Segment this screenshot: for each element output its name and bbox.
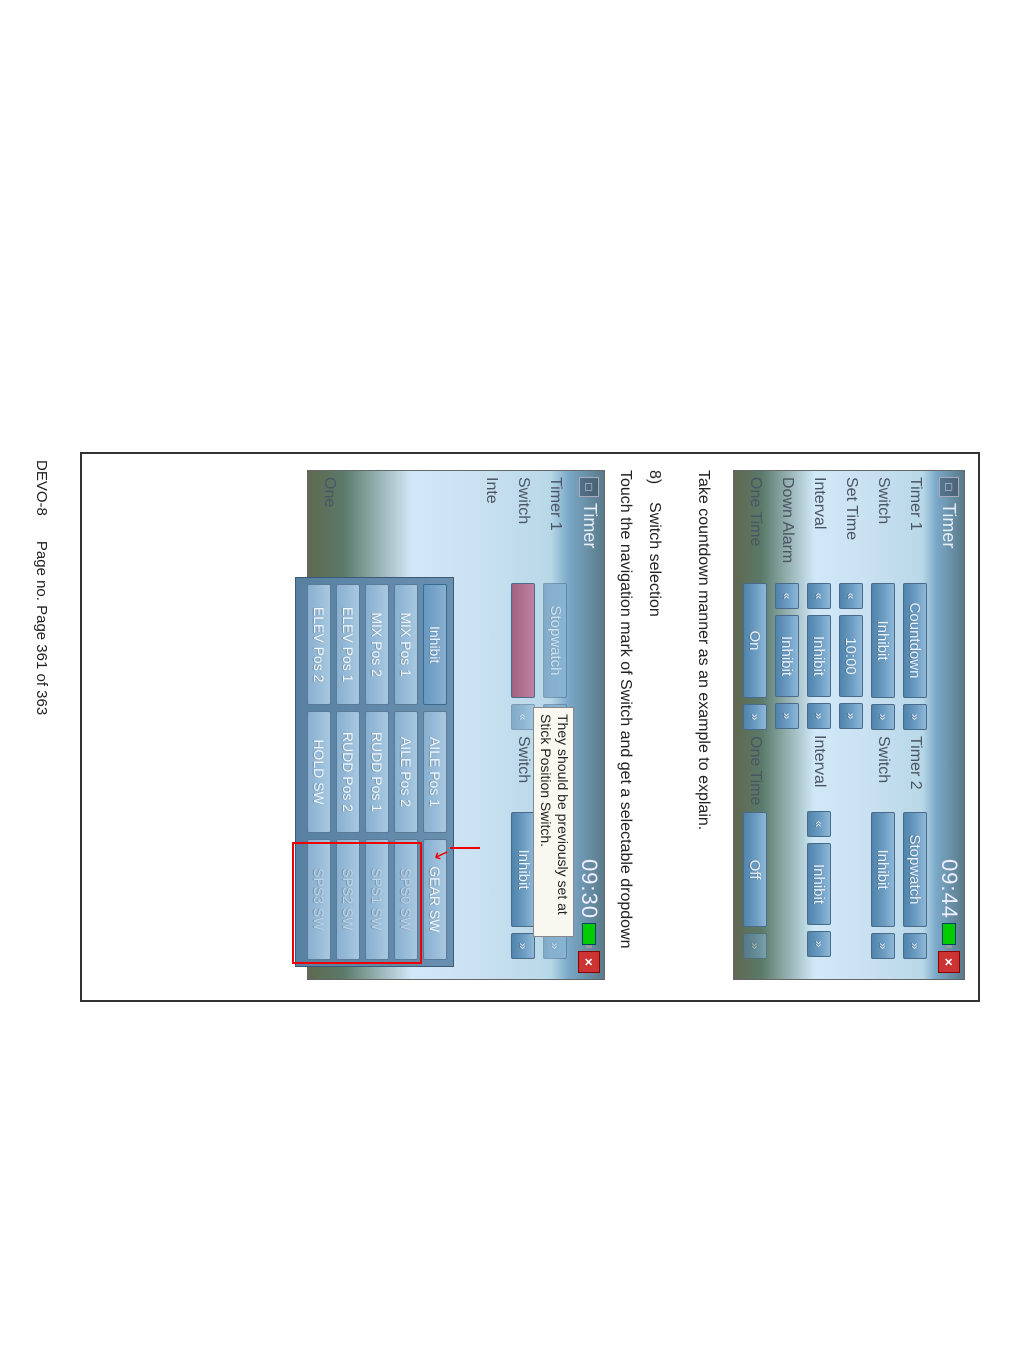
- switch-option-sps1[interactable]: SPS1 SW: [365, 839, 389, 960]
- timer1-value[interactable]: Countdown: [903, 583, 927, 698]
- downalarm-value[interactable]: Inhibit: [775, 615, 799, 697]
- screen-title: Timer: [939, 503, 960, 859]
- interval-value[interactable]: Inhibit: [807, 615, 831, 697]
- interval2-next-icon[interactable]: »: [807, 931, 831, 957]
- onetime2-label: One Time: [746, 736, 764, 806]
- onetime2-value[interactable]: Off: [743, 812, 767, 927]
- switch2-next-icon[interactable]: »: [871, 933, 895, 959]
- downalarm-next-icon[interactable]: »: [775, 703, 799, 729]
- switch2-value[interactable]: Inhibit: [871, 812, 895, 927]
- switch2-label: Switch: [874, 736, 892, 806]
- switch-option-mix1[interactable]: MIX Pos 1: [394, 584, 418, 705]
- s2-switch2-label: Switch: [514, 736, 532, 806]
- interval2-value[interactable]: Inhibit: [807, 843, 831, 925]
- settime-next-icon[interactable]: »: [839, 703, 863, 729]
- switch-option-inhibit[interactable]: Inhibit: [423, 584, 447, 705]
- screen2-title: Timer: [579, 503, 600, 859]
- settime-label: Set Time: [842, 477, 860, 577]
- footer-model: DEVO-8: [33, 460, 50, 516]
- s2-switch-prev-icon[interactable]: «: [511, 704, 535, 730]
- annotation-arrow-line: [450, 847, 480, 849]
- s2-switch2-next-icon[interactable]: »: [511, 933, 535, 959]
- timer1-label: Timer 1: [906, 477, 924, 577]
- s2-switch-label: Switch: [514, 477, 532, 577]
- exit-icon[interactable]: ×: [578, 951, 600, 973]
- switch-option-sps2[interactable]: SPS2 SW: [336, 839, 360, 960]
- onetime2-next-icon[interactable]: »: [743, 933, 767, 959]
- paragraph-switch-instruction: Touch the navigation mark of Switch and …: [613, 470, 636, 1000]
- timer2-next-icon[interactable]: »: [903, 933, 927, 959]
- interval-label: Interval: [810, 477, 828, 577]
- switch-option-aile1[interactable]: AILE Pos 1: [423, 711, 447, 832]
- timer-settings-screen-1: □ Timer 09:44 × Timer 1 Countdown » Time…: [733, 470, 965, 980]
- close-icon[interactable]: □: [939, 477, 959, 497]
- s2-timer1-value[interactable]: Stopwatch: [543, 583, 567, 698]
- s2-inte-label: Inte: [482, 477, 500, 577]
- battery-icon: [582, 923, 596, 945]
- interval2-label: Interval: [810, 735, 828, 805]
- downalarm-prev-icon[interactable]: «: [775, 583, 799, 609]
- step-8-heading: 8) Switch selection: [643, 470, 666, 1000]
- exit-icon[interactable]: ×: [938, 951, 960, 973]
- interval2-prev-icon[interactable]: «: [807, 811, 831, 837]
- switch-option-hold[interactable]: HOLD SW: [307, 711, 331, 832]
- switch-label: Switch: [874, 477, 892, 577]
- timer1-next-icon[interactable]: »: [903, 704, 927, 730]
- titlebar: □ Timer 09:44 ×: [934, 477, 964, 973]
- switch-option-elev1[interactable]: ELEV Pos 1: [336, 584, 360, 705]
- switch-option-aile2[interactable]: AILE Pos 2: [394, 711, 418, 832]
- switch-dropdown: Inhibit AILE Pos 1 GEAR SW MIX Pos 1 AIL…: [295, 577, 454, 967]
- close-icon[interactable]: □: [579, 477, 599, 497]
- onetime-label: One Time: [746, 477, 764, 577]
- paragraph-countdown-example: Take countdown manner as an example to e…: [692, 470, 715, 1000]
- step-number: 8): [646, 470, 663, 484]
- tooltip-stick-position: They should be previously set at Stick P…: [533, 707, 574, 937]
- s2-timer1-label: Timer 1: [546, 477, 564, 577]
- downalarm-label: Down Alarm: [778, 477, 796, 577]
- switch-option-elev2[interactable]: ELEV Pos 2: [307, 584, 331, 705]
- step-title: Switch selection: [646, 502, 663, 617]
- clock-time-2: 09:30: [576, 859, 602, 919]
- settime-prev-icon[interactable]: «: [839, 583, 863, 609]
- battery-icon: [942, 923, 956, 945]
- switch-value[interactable]: Inhibit: [871, 583, 895, 698]
- interval-prev-icon[interactable]: «: [807, 583, 831, 609]
- switch-option-sps0[interactable]: SPS0 SW: [394, 839, 418, 960]
- s2-one-label: One: [320, 477, 338, 577]
- onetime-next-icon[interactable]: »: [743, 704, 767, 730]
- page-footer: DEVO-8 Page no. Page 361 of 363: [33, 460, 50, 715]
- onetime-value[interactable]: On: [743, 583, 767, 698]
- switch-option-rudd1[interactable]: RUDD Pos 1: [365, 711, 389, 832]
- switch-option-mix2[interactable]: MIX Pos 2: [365, 584, 389, 705]
- timer2-label: Timer 2: [906, 736, 924, 806]
- switch-option-sps3[interactable]: SPS3 SW: [307, 839, 331, 960]
- titlebar-2: □ Timer 09:30 ×: [574, 477, 604, 973]
- switch-option-rudd2[interactable]: RUDD Pos 2: [336, 711, 360, 832]
- clock-time: 09:44: [936, 859, 962, 919]
- switch-next-icon[interactable]: »: [871, 704, 895, 730]
- s2-switch-value[interactable]: [511, 583, 535, 698]
- timer2-value[interactable]: Stopwatch: [903, 812, 927, 927]
- settime-value[interactable]: 10:00: [839, 615, 863, 697]
- interval-next-icon[interactable]: »: [807, 703, 831, 729]
- timer-settings-screen-2: □ Timer 09:30 × They should be previousl…: [307, 470, 605, 980]
- s2-switch2-value[interactable]: Inhibit: [511, 812, 535, 927]
- footer-page: Page no. Page 361 of 363: [33, 541, 50, 715]
